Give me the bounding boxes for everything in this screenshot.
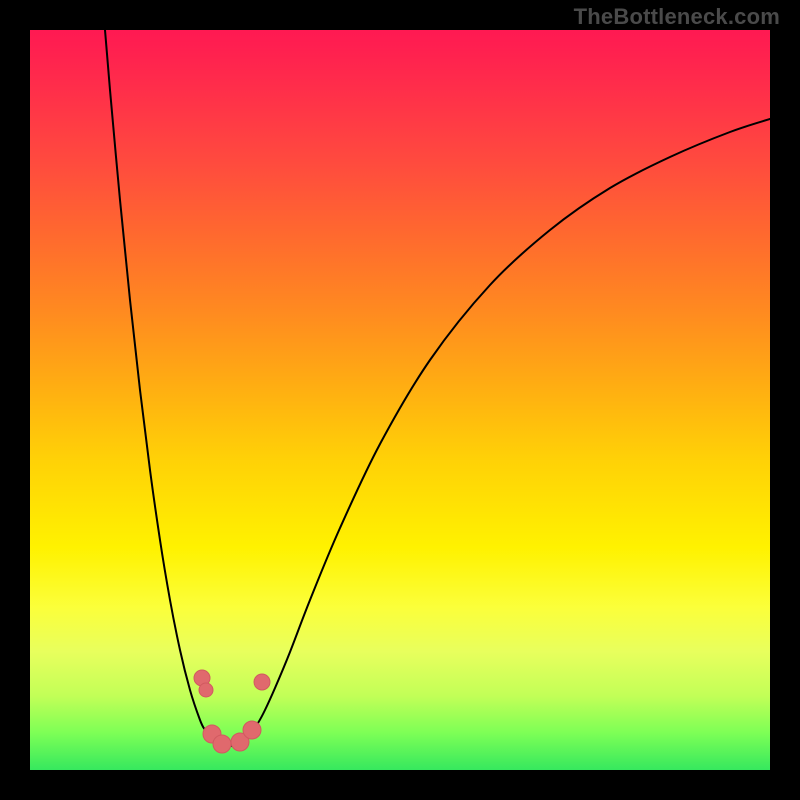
marker-bottom-r1 [231, 733, 249, 751]
marker-group [194, 670, 270, 753]
watermark-text: TheBottleneck.com [574, 4, 780, 30]
bottleneck-curve-path [105, 30, 770, 746]
marker-right-upper [254, 674, 270, 690]
chart-canvas: TheBottleneck.com [0, 0, 800, 800]
curve-overlay [30, 30, 770, 770]
marker-bottom-l1 [203, 725, 221, 743]
plot-area [30, 30, 770, 770]
marker-cluster-left [194, 670, 210, 686]
marker-cluster-left2 [199, 683, 213, 697]
marker-bottom-r2 [243, 721, 261, 739]
marker-bottom-l2 [213, 735, 231, 753]
